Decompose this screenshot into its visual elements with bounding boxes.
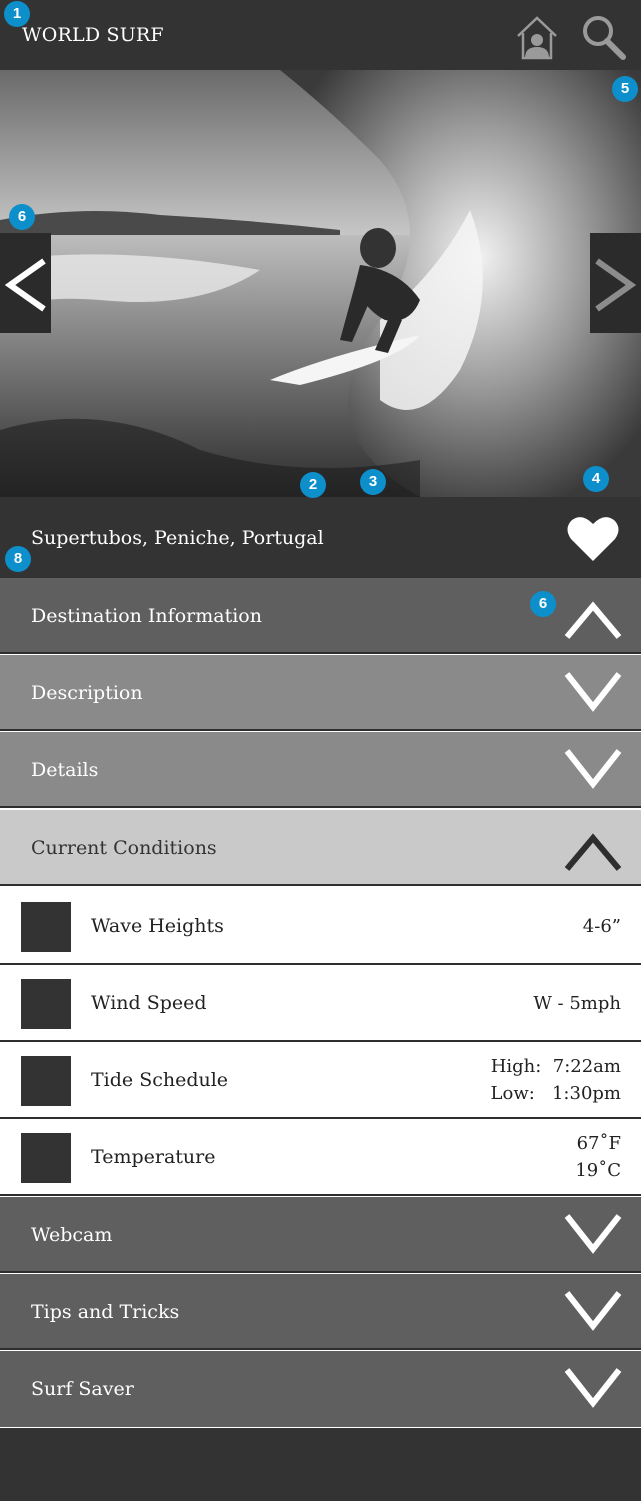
- previous-image-button[interactable]: [0, 233, 51, 333]
- condition-label: Wind Speed: [91, 992, 207, 1014]
- chevron-down-icon: [564, 1368, 622, 1408]
- section-current-conditions[interactable]: Current Conditions: [0, 810, 641, 886]
- condition-label: Temperature: [91, 1146, 216, 1168]
- tide-high-value: High: 7:22am: [490, 1056, 621, 1077]
- section-webcam[interactable]: Webcam: [0, 1197, 641, 1273]
- heart-icon[interactable]: [566, 513, 620, 563]
- chevron-down-icon: [564, 672, 622, 712]
- section-label: Surf Saver: [31, 1378, 134, 1400]
- chevron-down-icon: [564, 749, 622, 789]
- wind-icon: [21, 979, 71, 1029]
- chevron-down-icon: [564, 1291, 622, 1331]
- location-bar: Supertubos, Peniche, Portugal: [0, 497, 641, 578]
- section-label: Details: [31, 759, 99, 781]
- temperature-fahrenheit: 67˚F: [576, 1133, 621, 1154]
- section-label: Description: [31, 682, 143, 704]
- section-label: Tips and Tricks: [31, 1301, 180, 1323]
- condition-value: W - 5mph: [533, 993, 621, 1014]
- surf-photo: [0, 70, 641, 497]
- annotation-badge: 6: [530, 591, 556, 617]
- chevron-left-icon: [4, 258, 46, 312]
- app-header: WORLD SURF: [0, 0, 641, 70]
- section-label: Current Conditions: [31, 837, 217, 859]
- chevron-up-icon: [564, 601, 622, 639]
- section-tips-and-tricks[interactable]: Tips and Tricks: [0, 1274, 641, 1350]
- location-name: Supertubos, Peniche, Portugal: [31, 527, 324, 549]
- section-details[interactable]: Details: [0, 732, 641, 808]
- temperature-icon: [21, 1133, 71, 1183]
- tide-icon: [21, 1056, 71, 1106]
- tide-low-value: Low: 1:30pm: [490, 1083, 621, 1104]
- section-label: Webcam: [31, 1224, 113, 1246]
- annotation-badge: 3: [360, 469, 386, 495]
- wave-icon: [21, 902, 71, 952]
- annotation-badge: 8: [5, 546, 31, 572]
- condition-row-wind-speed: Wind Speed W - 5mph: [0, 965, 641, 1042]
- annotation-badge: 1: [4, 1, 30, 27]
- condition-row-tide-schedule: Tide Schedule High: 7:22am Low: 1:30pm: [0, 1042, 641, 1119]
- section-description[interactable]: Description: [0, 655, 641, 731]
- brand-title: WORLD SURF: [22, 24, 164, 46]
- home-icon[interactable]: [515, 14, 559, 60]
- condition-label: Tide Schedule: [91, 1069, 229, 1091]
- annotation-badge: 5: [612, 76, 638, 102]
- search-icon[interactable]: [580, 14, 626, 60]
- chevron-up-icon: [564, 833, 622, 871]
- section-surf-saver[interactable]: Surf Saver: [0, 1351, 641, 1427]
- chevron-right-icon: [595, 258, 637, 312]
- condition-row-wave-heights: Wave Heights 4-6”: [0, 888, 641, 965]
- annotation-badge: 6: [9, 204, 35, 230]
- hero-image-carousel[interactable]: [0, 70, 641, 497]
- annotation-badge: 2: [300, 472, 326, 498]
- footer-bar: [0, 1428, 641, 1501]
- annotation-badge: 4: [583, 466, 609, 492]
- next-image-button[interactable]: [590, 233, 641, 333]
- condition-row-temperature: Temperature 67˚F 19˚C: [0, 1119, 641, 1196]
- condition-label: Wave Heights: [91, 915, 224, 937]
- temperature-celsius: 19˚C: [575, 1160, 621, 1181]
- chevron-down-icon: [564, 1214, 622, 1254]
- condition-value: 4-6”: [582, 916, 621, 937]
- section-label: Destination Information: [31, 605, 262, 627]
